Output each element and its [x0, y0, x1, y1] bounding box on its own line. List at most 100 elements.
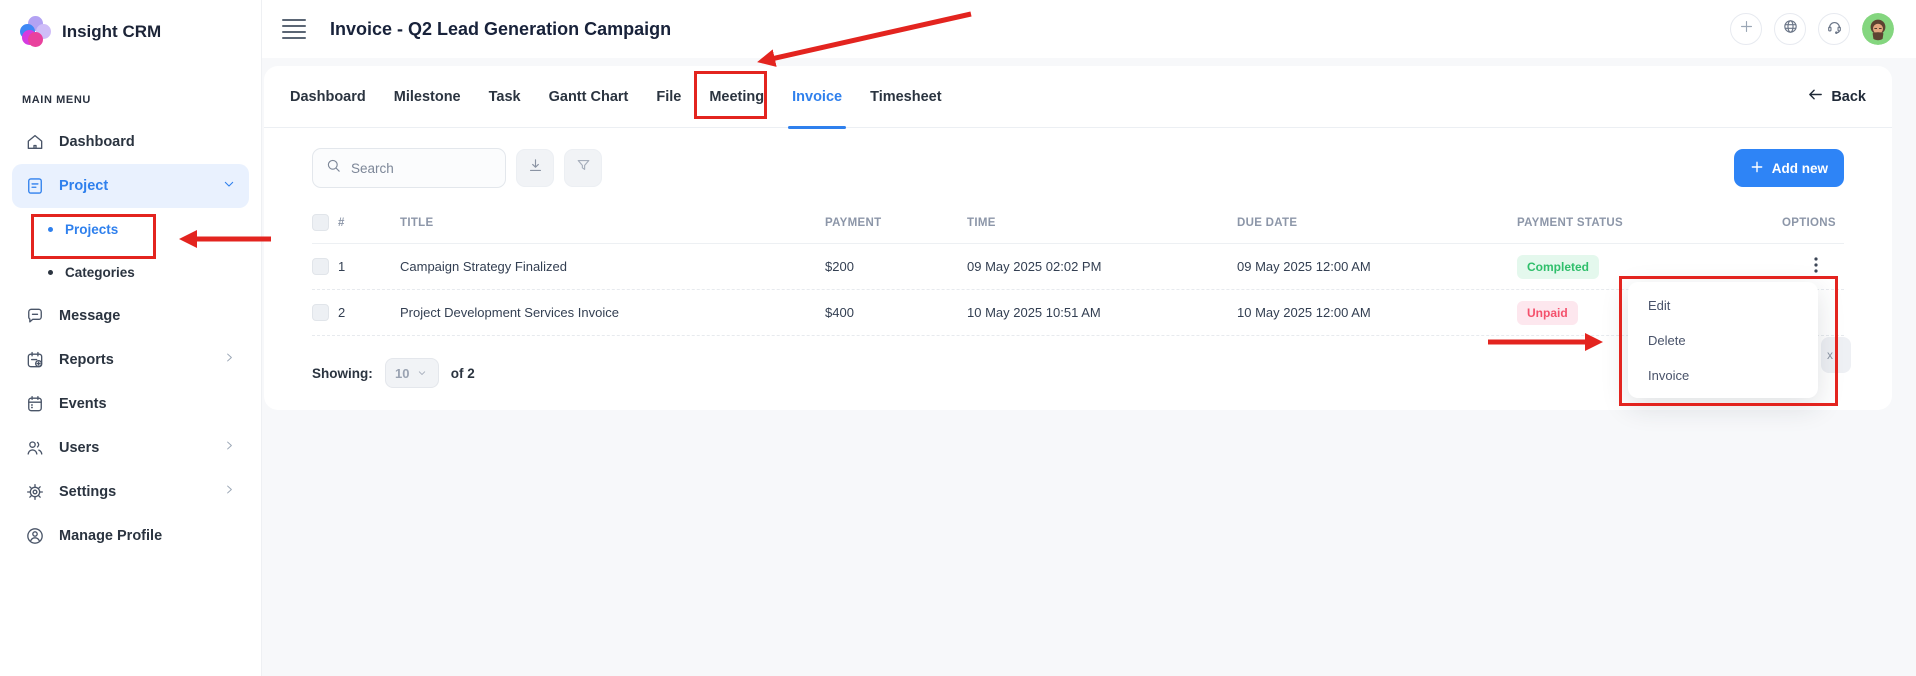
table-row: 1 Campaign Strategy Finalized $200 09 Ma…: [312, 244, 1844, 290]
cell-num: 1: [338, 259, 400, 274]
tab-milestone[interactable]: Milestone: [394, 66, 461, 128]
gear-icon: [24, 481, 46, 503]
add-button[interactable]: [1730, 13, 1762, 45]
context-menu-item-invoice[interactable]: Invoice: [1628, 358, 1818, 393]
total-label: of 2: [451, 366, 475, 381]
cell-payment: $400: [825, 305, 967, 320]
context-menu-item-edit[interactable]: Edit: [1628, 288, 1818, 323]
tab-file[interactable]: File: [656, 66, 681, 128]
app-logo[interactable]: Insight CRM: [0, 0, 261, 48]
export-button[interactable]: [516, 149, 554, 187]
tab-meeting[interactable]: Meeting: [709, 66, 764, 128]
sidebar-item-projects[interactable]: Projects: [12, 208, 249, 251]
sidebar-item-manage-profile[interactable]: Manage Profile: [12, 514, 249, 558]
page-size-value: 10: [395, 366, 409, 381]
cell-title: Project Development Services Invoice: [400, 305, 825, 320]
headset-icon: [1826, 18, 1843, 40]
add-new-button[interactable]: Add new: [1734, 149, 1844, 187]
col-header-options: OPTIONS: [1782, 217, 1844, 229]
sidebar-subitem-label: Categories: [65, 265, 135, 280]
chevron-right-icon: [222, 482, 237, 502]
tabs-row: Dashboard Milestone Task Gantt Chart Fil…: [264, 66, 1892, 128]
search-box: [312, 148, 506, 188]
toolbar: Add new: [312, 148, 1844, 188]
message-icon: [24, 305, 46, 327]
sidebar-item-reports[interactable]: Reports: [12, 338, 249, 382]
sidebar-item-project[interactable]: Project: [12, 164, 249, 208]
cell-time: 09 May 2025 02:02 PM: [967, 259, 1237, 274]
app-name: Insight CRM: [62, 22, 161, 42]
tab-task[interactable]: Task: [489, 66, 521, 128]
hamburger-menu-icon[interactable]: [282, 19, 306, 39]
cell-time: 10 May 2025 10:51 AM: [967, 305, 1237, 320]
col-header-payment: PAYMENT: [825, 217, 967, 229]
chevron-right-icon: [222, 438, 237, 458]
sidebar-item-categories[interactable]: Categories: [12, 251, 249, 294]
tab-gantt-chart[interactable]: Gantt Chart: [549, 66, 629, 128]
table-header-row: # TITLE PAYMENT TIME DUE DATE PAYMENT ST…: [312, 202, 1844, 244]
sidebar-item-users[interactable]: Users: [12, 426, 249, 470]
arrow-left-icon: [1807, 86, 1824, 107]
status-badge: Completed: [1517, 255, 1782, 279]
topbar-actions: [1730, 13, 1894, 45]
sidebar-item-message[interactable]: Message: [12, 294, 249, 338]
document-icon: [24, 175, 46, 197]
sidebar-item-label: Users: [59, 440, 99, 456]
sidebar-subitem-label: Projects: [65, 222, 118, 237]
sidebar-item-label: Manage Profile: [59, 528, 162, 544]
chevron-down-icon: [416, 367, 428, 379]
sidebar-item-dashboard[interactable]: Dashboard: [12, 120, 249, 164]
chevron-down-icon: [221, 176, 237, 197]
search-input[interactable]: [351, 161, 481, 176]
sidebar-item-label: Dashboard: [59, 134, 135, 150]
sidebar-item-label: Events: [59, 396, 107, 412]
back-label: Back: [1831, 89, 1866, 105]
col-header-title: TITLE: [400, 217, 825, 229]
sidebar-nav: Dashboard Project Projects Categories Me…: [0, 120, 261, 558]
plus-icon: [1750, 160, 1764, 177]
col-header-due-date: DUE DATE: [1237, 217, 1517, 229]
language-button[interactable]: [1774, 13, 1806, 45]
cell-options: [1782, 256, 1844, 277]
page-size-select[interactable]: 10: [385, 358, 439, 388]
pagination: Showing: 10 of 2: [312, 358, 1844, 388]
support-button[interactable]: [1818, 13, 1850, 45]
sidebar-item-label: Settings: [59, 484, 116, 500]
sidebar-item-label: Reports: [59, 352, 114, 368]
tab-dashboard[interactable]: Dashboard: [290, 66, 366, 128]
tab-timesheet[interactable]: Timesheet: [870, 66, 941, 128]
sidebar-item-events[interactable]: Events: [12, 382, 249, 426]
tab-invoice[interactable]: Invoice: [792, 66, 842, 128]
table-row: 2 Project Development Services Invoice $…: [312, 290, 1844, 336]
page-title: Invoice - Q2 Lead Generation Campaign: [330, 19, 671, 40]
search-icon: [325, 157, 342, 179]
sidebar-section-label: MAIN MENU: [0, 48, 261, 120]
download-icon: [527, 157, 544, 179]
plus-icon: [1738, 18, 1755, 40]
filter-icon: [575, 157, 592, 179]
chevron-right-icon: [222, 350, 237, 370]
profile-icon: [24, 525, 46, 547]
avatar[interactable]: [1862, 13, 1894, 45]
cell-payment: $200: [825, 259, 967, 274]
context-menu-item-delete[interactable]: Delete: [1628, 323, 1818, 358]
sidebar-item-label: Project: [59, 178, 108, 194]
col-header-num: #: [338, 217, 400, 229]
cell-due-date: 09 May 2025 12:00 AM: [1237, 259, 1517, 274]
kebab-menu-icon[interactable]: [1802, 256, 1830, 274]
filter-button[interactable]: [564, 149, 602, 187]
cell-num: 2: [338, 305, 400, 320]
back-button[interactable]: Back: [1807, 86, 1866, 107]
row-checkbox[interactable]: [312, 304, 329, 321]
sidebar-item-label: Message: [59, 308, 120, 324]
select-all-checkbox[interactable]: [312, 214, 329, 231]
row-context-menu: Edit Delete Invoice: [1628, 282, 1818, 398]
invoice-table: # TITLE PAYMENT TIME DUE DATE PAYMENT ST…: [312, 202, 1844, 336]
users-icon: [24, 437, 46, 459]
row-checkbox[interactable]: [312, 258, 329, 275]
calendar-icon: [24, 393, 46, 415]
partial-hidden-element: x: [1821, 337, 1851, 373]
col-header-time: TIME: [967, 217, 1237, 229]
sidebar-item-settings[interactable]: Settings: [12, 470, 249, 514]
col-header-payment-status: PAYMENT STATUS: [1517, 217, 1782, 229]
